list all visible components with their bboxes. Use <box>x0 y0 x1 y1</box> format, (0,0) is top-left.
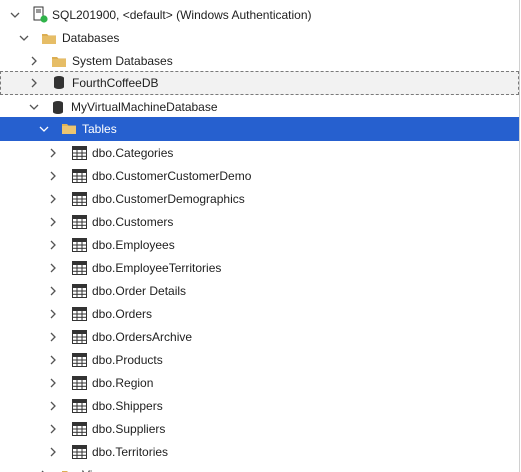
table-icon <box>72 445 87 459</box>
table-name: dbo.Employees <box>92 238 175 252</box>
table-icon <box>72 330 87 344</box>
table-icon <box>72 307 87 321</box>
tree-node-myvirtualmachinedatabase[interactable]: MyVirtualMachineDatabase <box>0 96 519 119</box>
chevron-right-icon[interactable] <box>48 332 58 342</box>
chevron-down-icon[interactable] <box>39 124 49 134</box>
table-icon <box>72 169 87 183</box>
table-row[interactable]: dbo.Employees <box>0 234 519 257</box>
folder-icon <box>62 124 76 134</box>
chevron-right-icon[interactable] <box>48 378 58 388</box>
chevron-right-icon[interactable] <box>48 401 58 411</box>
table-row[interactable]: dbo.Region <box>0 372 519 395</box>
table-name: dbo.Suppliers <box>92 422 166 436</box>
table-row[interactable]: dbo.Customers <box>0 211 519 234</box>
table-name: dbo.Shippers <box>92 399 163 413</box>
table-name: dbo.Products <box>92 353 163 367</box>
table-icon <box>72 422 87 436</box>
chevron-right-icon[interactable] <box>48 148 58 158</box>
table-icon <box>72 261 87 275</box>
chevron-down-icon[interactable] <box>19 33 29 43</box>
table-icon <box>72 238 87 252</box>
table-row[interactable]: dbo.Products <box>0 349 519 372</box>
chevron-down-icon[interactable] <box>10 10 20 20</box>
table-icon <box>72 399 87 413</box>
table-name: dbo.Region <box>92 376 154 390</box>
databases-label: Databases <box>62 31 120 45</box>
table-icon <box>72 284 87 298</box>
table-icon <box>72 192 87 206</box>
chevron-right-icon[interactable] <box>48 240 58 250</box>
chevron-down-icon[interactable] <box>29 102 39 112</box>
table-name: dbo.EmployeeTerritories <box>92 261 222 275</box>
folder-icon <box>42 34 56 44</box>
table-icon <box>72 146 87 160</box>
table-row[interactable]: dbo.CustomerDemographics <box>0 188 519 211</box>
server-connected-icon <box>33 6 48 23</box>
table-icon <box>72 353 87 367</box>
table-row[interactable]: dbo.Orders <box>0 303 519 326</box>
table-row[interactable]: dbo.Territories <box>0 441 519 464</box>
table-row[interactable]: dbo.Shippers <box>0 395 519 418</box>
folder-icon <box>52 57 66 67</box>
object-explorer-tree: SQL201900, <default> (Windows Authentica… <box>0 0 520 472</box>
views-label: Vi <box>82 468 92 472</box>
tree-node-views-partial[interactable]: Vi <box>0 464 519 472</box>
server-label: SQL201900, <default> (Windows Authentica… <box>52 8 312 22</box>
table-icon <box>72 215 87 229</box>
table-row[interactable]: dbo.EmployeeTerritories <box>0 257 519 280</box>
table-name: dbo.Orders <box>92 307 153 321</box>
database-icon <box>54 76 64 89</box>
table-row[interactable]: dbo.CustomerCustomerDemo <box>0 165 519 188</box>
table-row[interactable]: dbo.Suppliers <box>0 418 519 441</box>
database-icon <box>53 101 63 114</box>
tree-node-tables[interactable]: Tables <box>0 117 519 141</box>
table-row[interactable]: dbo.Categories <box>0 142 519 165</box>
tree-node-fourthcoffeedb[interactable]: FourthCoffeeDB <box>0 71 519 95</box>
chevron-right-icon[interactable] <box>48 355 58 365</box>
fourthcoffeedb-label: FourthCoffeeDB <box>72 76 159 90</box>
myvirtualmachinedatabase-label: MyVirtualMachineDatabase <box>71 100 218 114</box>
table-name: dbo.Categories <box>92 146 174 160</box>
table-icon <box>72 376 87 390</box>
chevron-right-icon[interactable] <box>29 78 39 88</box>
system-databases-label: System Databases <box>72 54 173 68</box>
chevron-right-icon[interactable] <box>48 194 58 204</box>
chevron-right-icon[interactable] <box>48 424 58 434</box>
chevron-right-icon[interactable] <box>48 171 58 181</box>
table-name: dbo.OrdersArchive <box>92 330 193 344</box>
table-name: dbo.CustomerDemographics <box>92 192 245 206</box>
chevron-right-icon[interactable] <box>48 217 58 227</box>
table-row[interactable]: dbo.OrdersArchive <box>0 326 519 349</box>
tables-label: Tables <box>82 122 117 136</box>
table-row[interactable]: dbo.Order Details <box>0 280 519 303</box>
chevron-right-icon[interactable] <box>48 447 58 457</box>
chevron-right-icon[interactable] <box>48 263 58 273</box>
table-name: dbo.Territories <box>92 445 169 459</box>
table-name: dbo.CustomerCustomerDemo <box>92 169 252 183</box>
table-name: dbo.Customers <box>92 215 174 229</box>
chevron-right-icon[interactable] <box>29 56 39 66</box>
folder-icon <box>62 471 68 472</box>
chevron-right-icon[interactable] <box>48 286 58 296</box>
tree-node-databases[interactable]: Databases <box>0 27 519 50</box>
tree-node-system-databases[interactable]: System Databases <box>0 50 519 73</box>
table-name: dbo.Order Details <box>92 284 187 298</box>
chevron-right-icon[interactable] <box>48 309 58 319</box>
tree-node-server[interactable]: SQL201900, <default> (Windows Authentica… <box>0 4 519 27</box>
